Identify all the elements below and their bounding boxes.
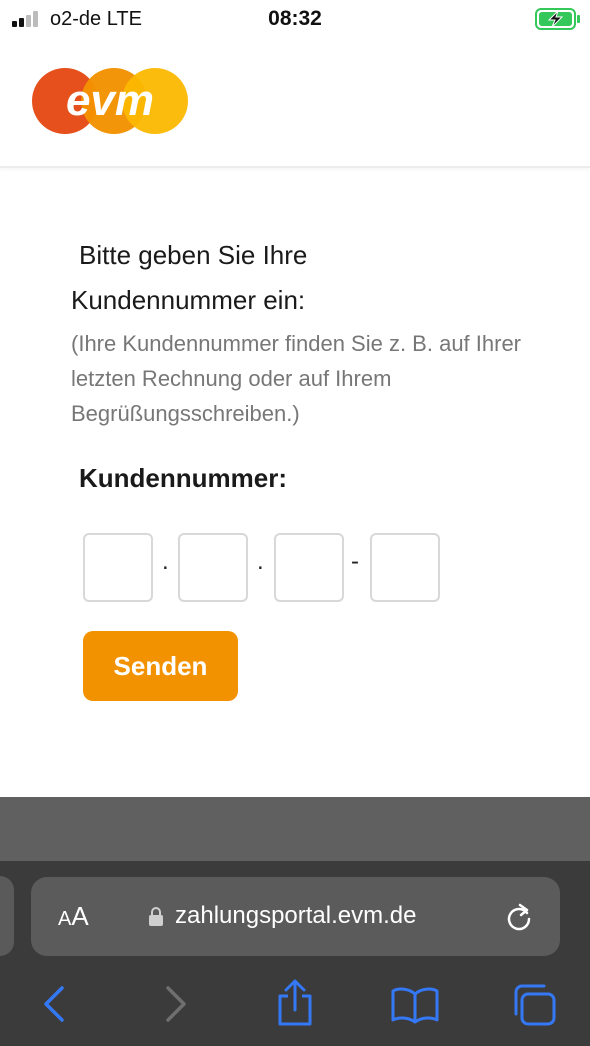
status-bar: o2-de LTE 08:32 [0, 0, 590, 40]
previous-tab-preview[interactable] [0, 876, 14, 956]
customer-number-part-1[interactable] [83, 533, 153, 602]
separator-dot-2: . [257, 548, 264, 575]
forward-icon[interactable] [160, 982, 192, 1026]
reload-icon[interactable] [503, 901, 535, 933]
url-text[interactable]: zahlungsportal.evm.de [175, 902, 416, 930]
hint-text: (Ihre Kundennummer finden Sie z. B. auf … [71, 331, 522, 426]
intro-text: Bitte geben Sie Ihre [79, 240, 308, 270]
customer-number-part-4[interactable] [370, 533, 440, 602]
bookmarks-icon[interactable] [390, 986, 440, 1024]
share-icon[interactable] [274, 978, 316, 1028]
send-button[interactable]: Senden [83, 631, 238, 701]
text-size-button[interactable]: AA [58, 901, 89, 932]
separator-dash: - [351, 548, 359, 575]
evm-logo[interactable]: evm [31, 67, 189, 135]
browser-top-band [0, 797, 590, 861]
customer-number-label: Kundennummer: [79, 463, 287, 493]
customer-number-part-3[interactable] [274, 533, 344, 602]
tabs-icon[interactable] [510, 982, 558, 1028]
customer-number-part-2[interactable] [178, 533, 248, 602]
separator-dot-1: . [162, 548, 169, 575]
intro-text-line2: Kundennummer ein: [71, 285, 306, 315]
back-icon[interactable] [38, 982, 70, 1026]
svg-text:evm: evm [66, 76, 154, 125]
address-bar[interactable]: AA zahlungsportal.evm.de [31, 877, 560, 956]
lock-icon [149, 907, 163, 926]
status-time: 08:32 [268, 7, 322, 30]
site-header: evm [0, 40, 590, 168]
battery-charging-icon [535, 8, 580, 30]
